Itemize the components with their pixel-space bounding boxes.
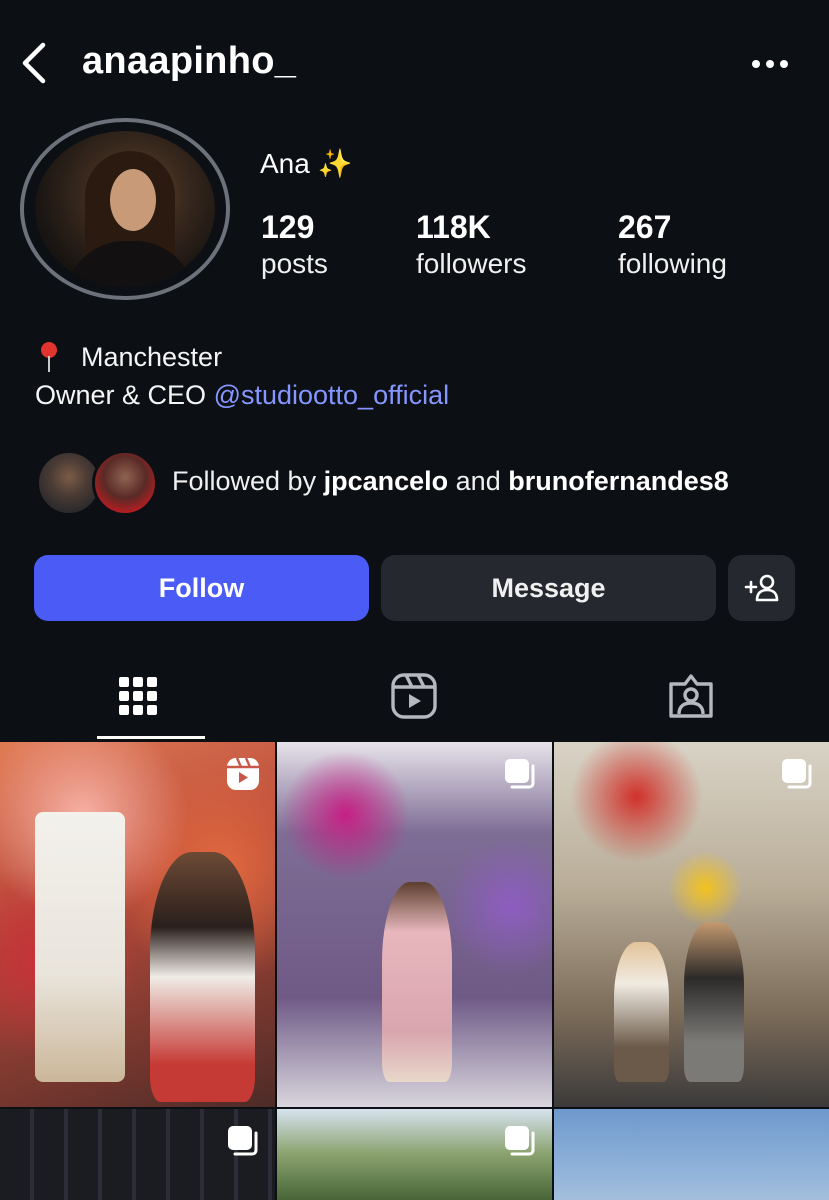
stat-label: followers [416,248,527,279]
followed-by-connector: and [455,466,501,496]
stat-posts[interactable]: 129 posts [261,208,328,282]
suggested-users-button[interactable] [728,555,795,621]
post-thumbnail[interactable] [0,742,275,1107]
carousel-icon [782,759,812,789]
stat-value: 267 [618,209,672,245]
bio: Manchester Owner & CEO @studiootto_offic… [35,338,449,414]
stat-following[interactable]: 267 following [618,208,727,282]
stat-followers[interactable]: 118K followers [416,208,526,282]
add-user-icon [744,574,778,602]
bio-location: Manchester [81,342,223,372]
followed-by-text: Followed by jpcancelo and brunofernandes… [172,466,729,497]
stat-label: following [618,248,727,279]
mutual-avatars [36,450,158,518]
reels-icon [391,673,437,719]
bio-mention-link[interactable]: @studiootto_official [214,380,450,410]
message-button[interactable]: Message [381,555,716,621]
bio-role: Owner & CEO [35,380,207,410]
followed-by-user[interactable]: brunofernandes8 [508,466,729,496]
profile-avatar[interactable] [20,118,230,300]
post-thumbnail[interactable] [277,1109,552,1200]
top-bar: anaapinho_ [0,0,829,125]
profile-username: anaapinho_ [82,40,297,82]
grid-icon [119,677,157,715]
stat-label: posts [261,248,328,279]
tab-tagged[interactable] [553,652,829,740]
post-thumbnail[interactable] [0,1109,275,1200]
carousel-icon [228,1126,258,1156]
avatar-image [35,131,215,287]
display-name: Ana ✨ [260,147,353,180]
bio-location-line: Manchester [35,338,449,376]
stat-value: 129 [261,209,315,245]
active-tab-indicator [97,736,205,739]
bio-role-line: Owner & CEO @studiootto_official [35,376,449,414]
tagged-user-icon [669,674,713,718]
followed-by-user[interactable]: jpcancelo [324,466,449,496]
more-horizontal-icon [752,60,788,68]
reel-icon [227,757,259,790]
post-thumbnail[interactable] [554,742,829,1107]
carousel-icon [505,759,535,789]
more-options-button[interactable] [744,44,796,84]
tab-reels[interactable] [276,652,552,740]
location-pin-icon [35,338,63,374]
post-thumbnail[interactable] [554,1109,829,1200]
sparkle-icon: ✨ [317,148,353,179]
tab-posts-grid[interactable] [0,652,276,740]
avatar [92,450,158,516]
back-button[interactable] [14,40,54,86]
post-grid [0,742,829,1200]
display-name-text: Ana [260,148,310,179]
stat-value: 118K [416,209,491,245]
follow-button[interactable]: Follow [34,555,369,621]
profile-page: anaapinho_ Ana ✨ 129 posts 118K followers… [0,0,829,1200]
followed-by[interactable]: Followed by jpcancelo and brunofernandes… [36,450,816,520]
profile-tabs [0,652,829,740]
chevron-left-icon [22,42,46,84]
post-thumbnail[interactable] [277,742,552,1107]
followed-by-prefix: Followed by [172,466,317,496]
carousel-icon [505,1126,535,1156]
